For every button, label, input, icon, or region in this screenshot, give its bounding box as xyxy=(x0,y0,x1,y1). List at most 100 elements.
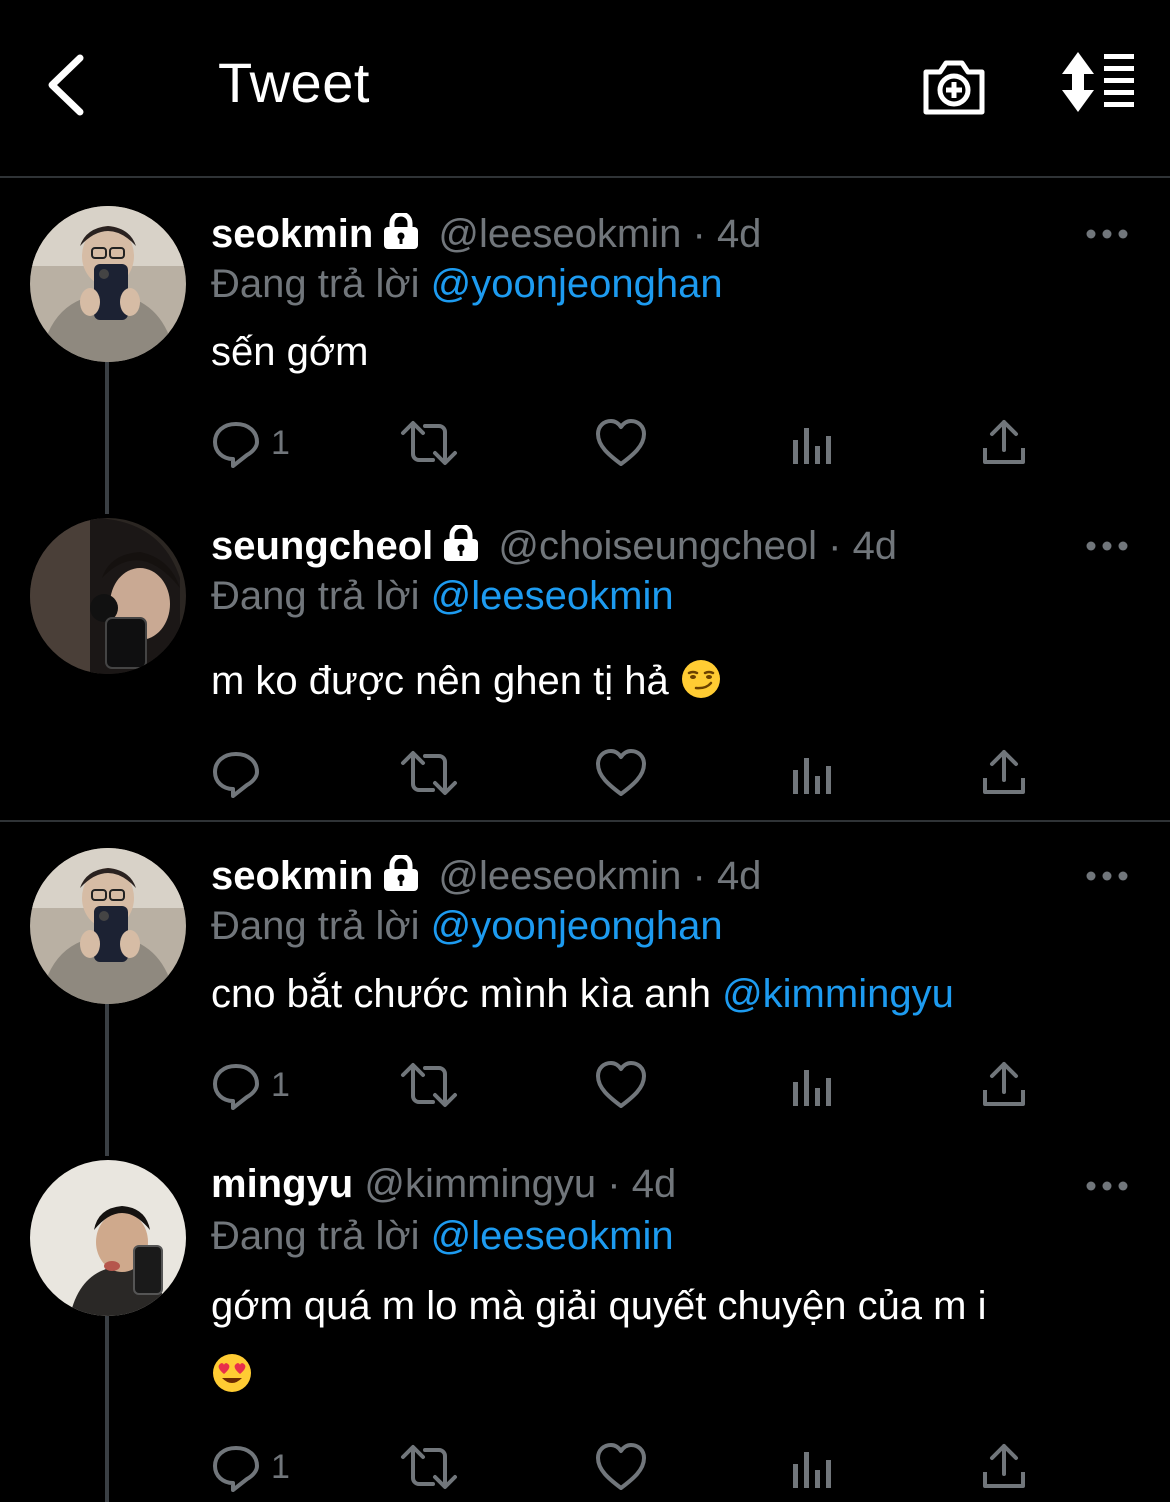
reply-icon xyxy=(213,1064,259,1110)
analytics-button[interactable] xyxy=(791,1054,835,1114)
more-button[interactable] xyxy=(1082,222,1132,246)
top-bar: Tweet xyxy=(0,0,1170,178)
camera-button[interactable] xyxy=(918,50,990,122)
replying-to-mention[interactable]: @leeseokmin xyxy=(431,574,674,618)
more-icon xyxy=(1086,541,1128,551)
reply-button[interactable]: 1 xyxy=(211,1436,311,1496)
replying-to-mention[interactable]: @yoonjeonghan xyxy=(431,262,723,306)
sort-icon xyxy=(1062,52,1134,112)
display-name[interactable]: seokmin xyxy=(211,854,373,898)
avatar[interactable] xyxy=(30,1160,186,1316)
thread-line xyxy=(105,1316,109,1502)
display-name[interactable]: seungcheol xyxy=(211,524,433,568)
analytics-icon xyxy=(793,428,831,464)
analytics-icon xyxy=(793,1452,831,1488)
smirk-emoji xyxy=(680,658,722,710)
camera-plus-icon xyxy=(923,60,985,115)
retweet-button[interactable] xyxy=(399,742,459,802)
timestamp[interactable]: 4d xyxy=(853,524,898,568)
user-handle[interactable]: @choiseungcheol xyxy=(498,524,817,568)
like-icon xyxy=(596,419,646,466)
tweet-actions xyxy=(211,742,1111,802)
thread-line xyxy=(105,1004,109,1156)
replying-to-label: Đang trả lời xyxy=(211,574,420,618)
retweet-icon xyxy=(401,1063,457,1107)
tweet-text: gớm quá m lo mà giải quyết chuyện của m … xyxy=(211,1284,987,1328)
retweet-button[interactable] xyxy=(399,412,459,472)
reply-icon xyxy=(213,1446,259,1492)
analytics-button[interactable] xyxy=(791,412,835,472)
more-icon xyxy=(1086,229,1128,239)
retweet-icon xyxy=(401,421,457,465)
page-title: Tweet xyxy=(218,51,370,114)
thread-divider xyxy=(0,820,1170,822)
tweet-text: sến gớm xyxy=(211,330,369,374)
share-icon xyxy=(983,420,1025,464)
tweet-actions: 1 xyxy=(211,1054,1111,1114)
like-icon xyxy=(596,749,646,796)
like-icon xyxy=(596,1443,646,1490)
reply-count: 1 xyxy=(271,424,290,462)
back-button[interactable] xyxy=(40,50,100,120)
tweet-text: m ko được nên ghen tị hả xyxy=(211,659,669,703)
replying-to-label: Đang trả lời xyxy=(211,262,420,306)
like-button[interactable] xyxy=(595,742,647,802)
share-icon xyxy=(983,1062,1025,1106)
analytics-button[interactable] xyxy=(791,1436,835,1496)
replying-to-label: Đang trả lời xyxy=(211,1214,420,1258)
lock-icon xyxy=(441,523,481,571)
more-button[interactable] xyxy=(1082,534,1132,558)
more-icon xyxy=(1086,1181,1128,1191)
share-icon xyxy=(983,1444,1025,1488)
like-icon xyxy=(596,1061,646,1108)
user-handle[interactable]: @leeseokmin xyxy=(438,854,681,898)
thread-line xyxy=(105,362,109,514)
separator-dot: · xyxy=(607,1162,621,1206)
tweet-mention[interactable]: @kimmingyu xyxy=(722,972,954,1016)
replying-to-mention[interactable]: @leeseokmin xyxy=(431,1214,674,1258)
user-handle[interactable]: @kimmingyu xyxy=(364,1162,596,1206)
heart-eyes-emoji xyxy=(211,1352,253,1404)
more-button[interactable] xyxy=(1082,1174,1132,1198)
separator-dot: · xyxy=(692,212,706,256)
like-button[interactable] xyxy=(595,1436,647,1496)
analytics-button[interactable] xyxy=(791,742,835,802)
reply-button[interactable]: 1 xyxy=(211,412,311,472)
separator-dot: · xyxy=(692,854,706,898)
sort-button[interactable] xyxy=(1058,50,1138,114)
like-button[interactable] xyxy=(595,1054,647,1114)
lock-icon xyxy=(381,211,421,259)
avatar[interactable] xyxy=(30,206,186,362)
reply-button[interactable]: 1 xyxy=(211,1054,311,1114)
tweet-actions: 1 xyxy=(211,1436,1111,1496)
share-button[interactable] xyxy=(981,742,1027,802)
timestamp[interactable]: 4d xyxy=(717,212,762,256)
share-button[interactable] xyxy=(981,412,1027,472)
avatar[interactable] xyxy=(30,518,186,674)
lock-icon xyxy=(381,853,421,901)
timestamp[interactable]: 4d xyxy=(717,854,762,898)
timestamp[interactable]: 4d xyxy=(632,1162,677,1206)
retweet-button[interactable] xyxy=(399,1436,459,1496)
analytics-icon xyxy=(793,758,831,794)
share-icon xyxy=(983,750,1025,794)
retweet-icon xyxy=(401,751,457,795)
replying-to-mention[interactable]: @yoonjeonghan xyxy=(431,904,723,948)
share-button[interactable] xyxy=(981,1436,1027,1496)
avatar[interactable] xyxy=(30,848,186,1004)
reply-button[interactable] xyxy=(211,742,311,802)
like-button[interactable] xyxy=(595,412,647,472)
user-handle[interactable]: @leeseokmin xyxy=(438,212,681,256)
tweet-text: cno bắt chước mình kìa anh xyxy=(211,972,723,1016)
retweet-button[interactable] xyxy=(399,1054,459,1114)
display-name[interactable]: mingyu xyxy=(211,1162,353,1206)
more-button[interactable] xyxy=(1082,864,1132,888)
replying-to-label: Đang trả lời xyxy=(211,904,420,948)
separator-dot: · xyxy=(828,524,842,568)
reply-count: 1 xyxy=(271,1066,290,1104)
share-button[interactable] xyxy=(981,1054,1027,1114)
analytics-icon xyxy=(793,1070,831,1106)
reply-icon xyxy=(213,422,259,468)
display-name[interactable]: seokmin xyxy=(211,212,373,256)
reply-icon xyxy=(213,752,259,798)
